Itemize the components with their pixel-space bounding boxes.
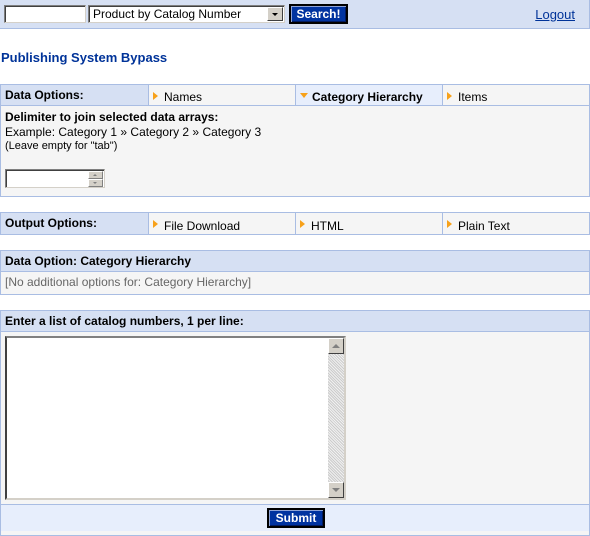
output-option-html[interactable]: HTML [296, 213, 443, 234]
page-title: Publishing System Bypass [1, 50, 168, 65]
output-option-file-download[interactable]: File Download [149, 213, 296, 234]
arrow-right-icon [447, 91, 452, 100]
output-options-panel: Output Options: File Download HTML Plain… [0, 212, 590, 235]
data-option-detail-text: [No additional options for: Category Hie… [5, 275, 252, 289]
search-type-selected: Product by Catalog Number [93, 7, 242, 21]
delimiter-title: Delimiter to join selected data arrays: [5, 110, 219, 124]
catalog-textarea-wrap [1, 332, 589, 504]
data-options-label: Data Options: [1, 85, 149, 105]
data-option-category-hierarchy[interactable]: Category Hierarchy [296, 85, 443, 105]
top-search-bar: Product by Catalog Number Search! Logout [0, 0, 590, 29]
output-option-label: HTML [311, 218, 344, 233]
arrow-right-icon [447, 220, 452, 228]
output-options-row: Output Options: File Download HTML Plain… [1, 213, 589, 234]
delimiter-example: Example: Category 1 » Category 2 » Categ… [5, 125, 262, 139]
arrow-right-icon [153, 91, 158, 100]
data-option-label: Items [458, 90, 488, 104]
arrow-right-icon [300, 220, 305, 228]
data-option-detail-panel: Data Option: Category Hierarchy [No addi… [0, 250, 590, 295]
data-options-row: Data Options: Names Category Hierarchy I… [1, 85, 589, 106]
data-option-names[interactable]: Names [149, 85, 296, 105]
arrow-down-icon [300, 93, 308, 98]
catalog-numbers-textarea[interactable] [5, 336, 346, 500]
output-option-label: Plain Text [458, 218, 510, 233]
arrow-right-icon [153, 220, 158, 228]
search-input[interactable] [4, 5, 86, 23]
data-option-detail-header: Data Option: Category Hierarchy [1, 251, 589, 272]
catalog-entry-header: Enter a list of catalog numbers, 1 per l… [1, 311, 589, 332]
logout-link[interactable]: Logout [535, 7, 575, 22]
textarea-scrollbar[interactable] [328, 338, 344, 498]
data-option-items[interactable]: Items [443, 85, 589, 105]
delimiter-input[interactable] [5, 169, 105, 188]
search-type-select[interactable]: Product by Catalog Number [88, 5, 285, 23]
search-button[interactable]: Search! [289, 4, 348, 24]
chevron-down-icon[interactable] [267, 7, 283, 21]
output-option-label: File Download [164, 218, 241, 233]
output-options-label: Output Options: [1, 213, 149, 234]
delimiter-note: (Leave empty for "tab") [5, 140, 118, 152]
data-option-label: Names [164, 90, 203, 104]
catalog-entry-panel: Enter a list of catalog numbers, 1 per l… [0, 310, 590, 536]
spin-down-icon[interactable] [88, 179, 103, 187]
scroll-up-icon[interactable] [328, 338, 344, 354]
data-option-label: Category Hierarchy [312, 90, 423, 104]
spin-up-icon[interactable] [88, 171, 103, 179]
output-option-plain-text[interactable]: Plain Text [443, 213, 589, 234]
data-options-panel: Data Options: Names Category Hierarchy I… [0, 84, 590, 197]
submit-row: Submit [1, 504, 589, 531]
scroll-down-icon[interactable] [328, 482, 344, 498]
submit-button[interactable]: Submit [267, 508, 325, 528]
delimiter-section: Delimiter to join selected data arrays: … [1, 106, 589, 196]
